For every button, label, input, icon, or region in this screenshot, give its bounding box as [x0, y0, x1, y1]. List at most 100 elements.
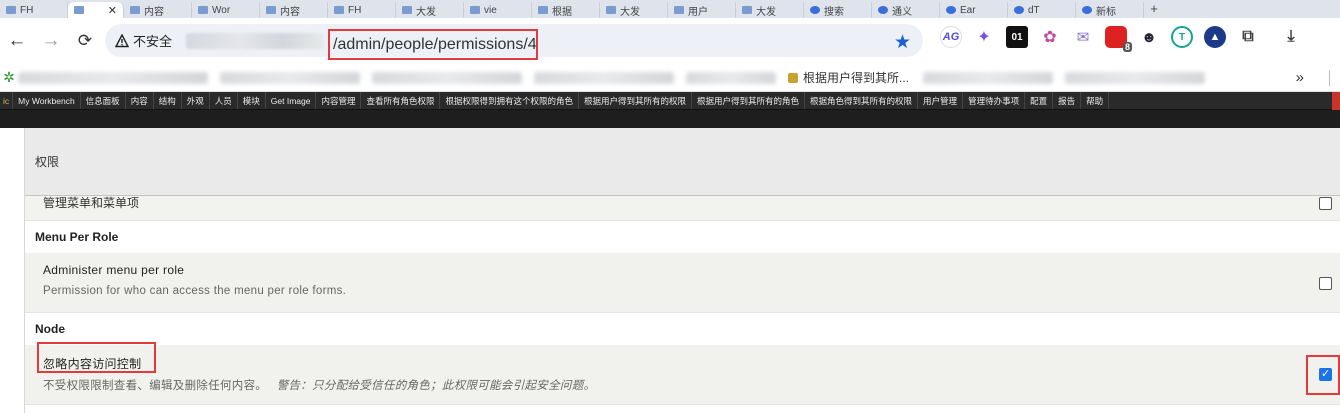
browser-tab[interactable]: FH — [328, 2, 396, 18]
permission-row: Administer menu per role Permission for … — [25, 253, 1340, 313]
admin-menu-item[interactable]: 配置 — [1025, 92, 1054, 109]
extension-bot-icon[interactable]: ☻ — [1138, 26, 1160, 48]
security-indicator[interactable]: 不安全 — [105, 31, 172, 50]
permission-description: Permission for who can access the menu p… — [43, 285, 347, 297]
tab-label: 大发 — [620, 6, 640, 18]
browser-tab[interactable]: vie — [464, 2, 532, 18]
permission-column-header: 权限 — [35, 155, 60, 169]
browser-tab[interactable]: 搜索 — [804, 2, 872, 18]
tab-favicon-icon — [538, 6, 548, 14]
permission-checkbox[interactable] — [1319, 277, 1332, 290]
browser-tab[interactable]: 用户 — [668, 2, 736, 18]
admin-menu-item[interactable]: 根据用户得到其所有的角色 — [692, 92, 806, 109]
extension-spark-icon[interactable]: ✦ — [973, 26, 995, 48]
tab-label: 大发 — [756, 6, 776, 18]
admin-menu-item[interactable]: ic — [0, 92, 14, 109]
admin-menu-item[interactable]: 帮助 — [1081, 92, 1110, 109]
admin-menu-item[interactable]: 报告 — [1053, 92, 1082, 109]
tab-favicon-icon — [198, 6, 208, 14]
admin-menu-item[interactable]: 根据角色得到其所有的权限 — [805, 92, 919, 109]
tab-favicon-icon — [130, 6, 140, 14]
url-path[interactable]: /admin/people/permissions/4 — [328, 29, 538, 60]
bookmarks-overflow-button[interactable]: » — [1296, 69, 1304, 86]
browser-tab[interactable]: FH — [0, 2, 68, 18]
admin-menu-item[interactable]: 根据用户得到其所有的权限 — [579, 92, 693, 109]
tab-favicon-icon — [470, 6, 480, 14]
admin-indicator — [1332, 92, 1340, 110]
browser-tab[interactable]: 大发 — [736, 2, 804, 18]
admin-menu-item[interactable]: 根据权限得到拥有这个权限的角色 — [440, 92, 579, 109]
extension-tri-icon[interactable]: ▲ — [1204, 26, 1226, 48]
extension-brain-icon[interactable]: ✿ — [1039, 26, 1061, 48]
address-bar[interactable]: 不安全 /admin/people/permissions/4 ★ — [105, 24, 923, 60]
extension-ag-icon[interactable]: AG — [940, 26, 962, 48]
browser-tab[interactable]: 根据 — [532, 2, 600, 18]
reload-button[interactable]: ⟳ — [68, 24, 102, 58]
tab-label: Ear — [960, 4, 976, 16]
tab-favicon-icon — [674, 6, 684, 14]
tab-favicon-icon — [74, 6, 84, 14]
admin-menu-item[interactable]: 管理待办事项 — [963, 92, 1026, 109]
tab-label: 通义 — [892, 6, 912, 18]
permissions-table: 权限 管理菜单和菜单项 Menu Per Role Administer men… — [24, 128, 1340, 413]
permission-label: 忽略内容访问控制 — [43, 357, 142, 371]
browser-tab[interactable]: 新标 — [1076, 2, 1144, 18]
back-button[interactable]: ← — [0, 24, 34, 58]
redacted-host — [186, 32, 325, 49]
warning-icon — [115, 33, 129, 47]
admin-menu-item[interactable]: 结构 — [154, 92, 182, 109]
admin-menu-item[interactable]: 内容 — [126, 92, 154, 109]
permission-row: 忽略内容访问控制 不受权限限制查看、编辑及删除任何内容。 警告：只分配给受信任的… — [25, 342, 1340, 405]
browser-tab[interactable]: 大发 — [396, 2, 464, 18]
tab-label: 内容 — [280, 6, 300, 18]
bookmarks-divider — [1329, 70, 1330, 86]
tab-favicon-icon — [878, 6, 888, 14]
tab-close-icon[interactable]: ✕ — [108, 4, 117, 17]
admin-menu-item[interactable]: 人员 — [210, 92, 238, 109]
extension-teal-icon[interactable]: T — [1171, 26, 1193, 48]
permission-description: 不受权限限制查看、编辑及删除任何内容。 警告：只分配给受信任的角色；此权限可能会… — [43, 377, 595, 393]
browser-tab[interactable]: ✕ — [68, 2, 124, 18]
browser-tab[interactable]: 通义 — [872, 2, 940, 18]
admin-menu-item[interactable]: 用户管理 — [918, 92, 964, 109]
admin-menu-item[interactable]: 内容管理 — [316, 92, 362, 109]
tab-favicon-icon — [334, 6, 344, 14]
security-label: 不安全 — [133, 34, 173, 49]
permission-checkbox[interactable] — [1319, 197, 1332, 210]
apps-gear-icon[interactable]: ✲ — [0, 69, 18, 86]
admin-menu-item[interactable]: 查看所有角色权限 — [361, 92, 441, 109]
browser-tab[interactable]: 内容 — [260, 2, 328, 18]
admin-menu-item[interactable]: 信息面板 — [81, 92, 126, 109]
tab-label: 大发 — [416, 6, 436, 18]
permission-row: 管理菜单和菜单项 — [25, 196, 1340, 221]
extension-mail-icon[interactable]: ✉ — [1072, 26, 1094, 48]
new-tab-button[interactable]: + — [1144, 2, 1164, 18]
permissions-page: 权限 管理菜单和菜单项 Menu Per Role Administer men… — [0, 128, 1340, 413]
tab-favicon-icon — [6, 6, 16, 14]
extension-puzzle-icon[interactable]: ⧉ — [1237, 26, 1259, 48]
tab-label: 根据 — [552, 6, 572, 18]
bookmark-star-icon[interactable]: ★ — [894, 31, 911, 54]
module-group-title: Node — [25, 313, 1340, 345]
permission-checkbox-checked[interactable] — [1319, 367, 1332, 381]
extension-n01-icon[interactable]: 01 — [1006, 26, 1028, 48]
tab-favicon-icon — [606, 6, 616, 14]
bookmark-item[interactable]: 根据用户得到其所... — [788, 69, 909, 86]
admin-menu-item[interactable]: Get Image — [266, 92, 317, 109]
extension-cal-icon[interactable]: 8 — [1105, 26, 1132, 52]
browser-tab[interactable]: Ear — [940, 2, 1008, 18]
browser-tab[interactable]: Wor — [192, 2, 260, 18]
tab-label: FH — [20, 4, 34, 16]
browser-tab[interactable]: dT — [1008, 2, 1076, 18]
admin-menu-item[interactable]: 模块 — [238, 92, 266, 109]
extension-dl-icon[interactable]: ⤓ — [1280, 26, 1302, 48]
browser-tab[interactable]: 内容 — [124, 2, 192, 18]
tab-label: 内容 — [144, 6, 164, 18]
browser-tab[interactable]: 大发 — [600, 2, 668, 18]
admin-menu-item[interactable]: My Workbench — [13, 92, 81, 109]
tab-favicon-icon — [1014, 6, 1024, 14]
admin-menu-item[interactable]: 外观 — [182, 92, 210, 109]
forward-button[interactable]: → — [34, 24, 68, 58]
tab-favicon-icon — [946, 6, 956, 14]
redacted-bookmark — [220, 71, 360, 84]
